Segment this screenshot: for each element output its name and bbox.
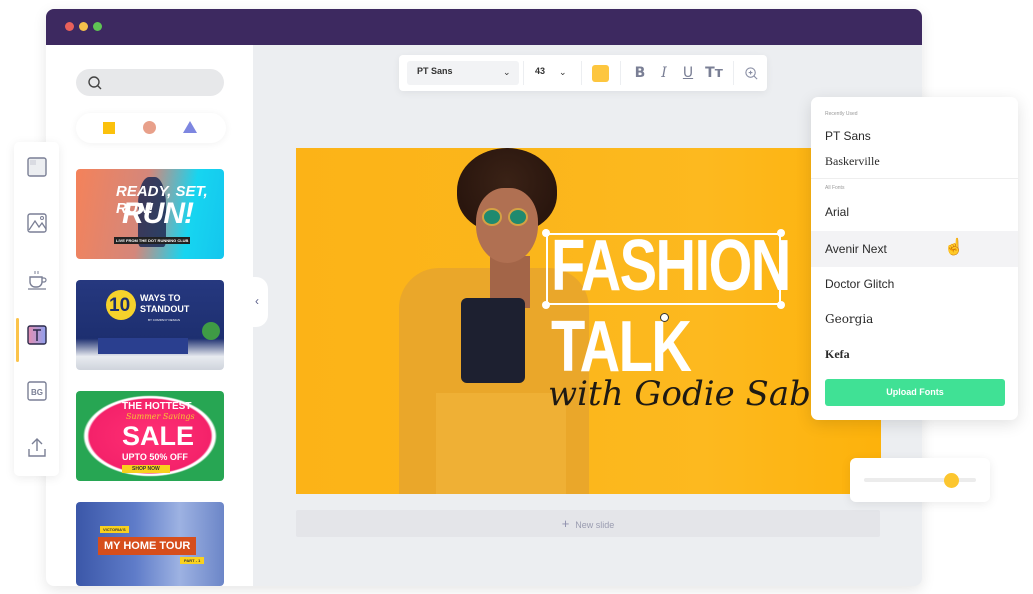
triangle-filter-icon[interactable] [183,121,197,133]
bg-icon[interactable]: BG [26,380,48,402]
square-filter-icon[interactable] [103,122,115,134]
toolbar-divider [581,61,582,85]
text-case-button[interactable]: Tт [703,63,725,83]
text-selection-box[interactable] [546,233,781,305]
hand-cursor-icon: ☝ [944,239,964,256]
plus-icon: + [561,516,570,531]
new-slide-button[interactable]: + New slide [296,510,880,537]
slider-card [850,458,990,502]
template-line-2: STANDOUT [140,304,190,314]
template-line-1: THE HOTTEST [122,401,192,412]
template-line-3: SALE [122,421,195,451]
shape-filter-bar [76,113,226,143]
resize-handle-top-left[interactable] [542,229,550,237]
template-cta: SHOP NOW [122,465,170,473]
plant-shape [202,322,220,340]
template-panel: READY, SET, RUN! RUN! LIVE FROM THE DOT … [46,45,253,586]
font-option-georgia[interactable]: Georgia [811,301,1018,337]
italic-button[interactable]: I [655,63,673,83]
underline-button[interactable]: U [679,63,697,83]
template-subtitle: LIVE FROM THE DOT RUNNING CLUB [114,237,191,244]
chevron-down-icon: ⌄ [559,67,567,77]
app-stage: READY, SET, RUN! RUN! LIVE FROM THE DOT … [0,0,1033,594]
template-number: 10 [109,295,131,316]
search-icon [88,76,102,90]
maximize-window-button[interactable] [93,22,102,31]
toolbar-divider [620,61,621,85]
tool-rail: BG [14,142,59,476]
person-pants [436,393,566,494]
template-kicker: VICTORIA'S [100,526,129,533]
template-thumbnail-home-tour[interactable]: VICTORIA'S MY HOME TOUR PART - 1 [76,502,224,586]
collapse-panel-button[interactable]: ‹ [252,277,268,327]
font-size-value: 43 [535,66,546,76]
bold-button[interactable]: B [631,63,649,83]
template-line-4: UPTO 50% OFF [122,452,188,462]
upload-icon[interactable] [26,436,48,458]
font-family-select[interactable]: PT Sans ⌄ [407,61,519,85]
dropdown-divider [811,178,1018,179]
rotate-handle-icon[interactable] [660,313,669,322]
sofa-shape [98,338,188,354]
editor-window: READY, SET, RUN! RUN! LIVE FROM THE DOT … [46,9,922,586]
font-option-kefa[interactable]: Kefa [811,336,1018,372]
template-part: PART - 1 [180,557,205,564]
font-option-arial[interactable]: Arial [811,194,1018,230]
text-icon[interactable] [26,324,48,346]
text-toolbar: PT Sans ⌄ 43 ⌄ B I U Tт [399,55,767,91]
sunglasses-left-lens [482,208,502,226]
font-family-value: PT Sans [417,66,453,76]
sunglasses-right-lens [508,208,528,226]
new-slide-label: New slide [575,520,615,530]
font-option-doctor-glitch[interactable]: Doctor Glitch [811,266,1018,302]
coffee-cup-icon[interactable] [26,268,48,290]
person-face [476,188,538,263]
font-dropdown-menu: Recently Used PT Sans Baskerville All Fo… [811,97,1018,420]
template-thumbnail-sale[interactable]: THE HOTTEST Summer Savings SALE UPTO 50%… [76,391,224,481]
font-option-avenir-next[interactable]: Avenir Next [811,231,1018,267]
template-thumbnail-run[interactable]: READY, SET, RUN! RUN! LIVE FROM THE DOT … [76,169,224,259]
layout-icon[interactable] [26,156,48,178]
slide-script-text[interactable]: with Godie Sable [548,374,842,414]
close-window-button[interactable] [65,22,74,31]
svg-text:BG: BG [31,388,43,397]
chevron-left-icon: ‹ [255,294,259,308]
recently-used-heading: Recently Used [825,111,858,117]
minimize-window-button[interactable] [79,22,88,31]
active-tool-indicator [16,318,19,362]
resize-handle-bottom-right[interactable] [777,301,785,309]
template-title: MY HOME TOUR [98,537,197,555]
upload-fonts-button[interactable]: Upload Fonts [825,379,1005,406]
text-color-swatch[interactable] [592,65,609,82]
title-bar [46,9,922,45]
resize-handle-bottom-left[interactable] [542,301,550,309]
image-icon[interactable] [26,212,48,234]
template-search-input[interactable] [76,69,224,96]
zoom-in-icon[interactable] [744,66,759,81]
toolbar-divider [523,61,524,85]
resize-handle-top-right[interactable] [777,229,785,237]
template-line-2: Summer Savings [126,412,195,421]
all-fonts-heading: All Fonts [825,185,845,191]
person-top [461,298,525,383]
slider-track[interactable] [864,478,976,482]
toolbar-divider [733,61,734,85]
template-subtitle: BY COMPANY DESIGN [148,318,181,322]
font-size-select[interactable]: 43 ⌄ [527,61,577,85]
slider-thumb[interactable] [944,473,960,488]
template-title-big: RUN! [122,197,194,230]
template-line-1: WAYS TO [140,293,181,303]
chevron-down-icon: ⌄ [503,67,511,77]
template-thumbnail-standout[interactable]: 10 WAYS TO STANDOUT BY COMPANY DESIGN [76,280,224,370]
slide-title-line-2[interactable]: TALK [551,311,692,383]
slide-canvas[interactable]: FASHION TALK with Godie Sable [296,148,881,494]
circle-filter-icon[interactable] [143,121,156,134]
font-option-baskerville[interactable]: Baskerville [811,143,1018,179]
